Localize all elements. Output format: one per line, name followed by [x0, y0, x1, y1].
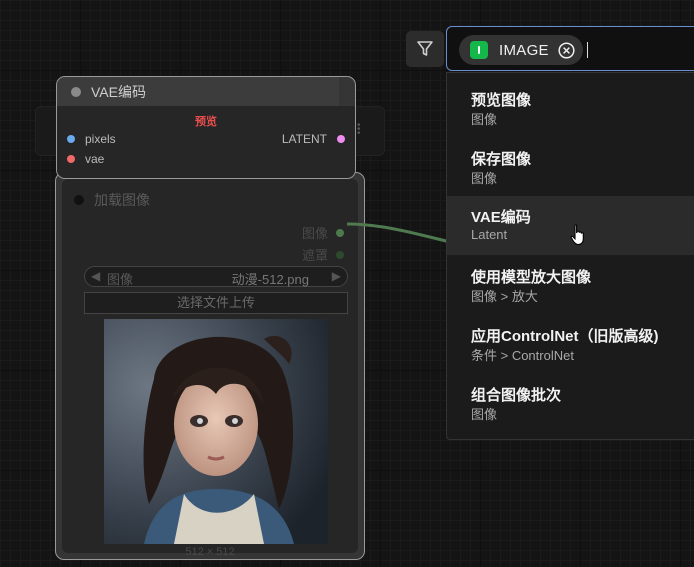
input-label-pixels: pixels [85, 132, 116, 146]
type-badge-icon [470, 41, 488, 59]
input-label-vae: vae [85, 152, 105, 166]
load-image-header[interactable]: 加载图像 [74, 191, 150, 209]
filter-button[interactable] [406, 31, 444, 67]
close-circle-icon[interactable] [558, 42, 575, 59]
hand-cursor-icon [570, 224, 584, 246]
output-slot-latent[interactable]: LATENT [282, 132, 345, 146]
input-slot-pixels[interactable]: pixels [67, 132, 116, 146]
image-size-label: 512 × 512 [185, 546, 235, 558]
result-category: 图像 [471, 171, 498, 186]
result-title: VAE编码 [471, 209, 531, 226]
input-slot-vae[interactable]: vae [67, 152, 104, 166]
search-input[interactable]: IMAGE [446, 26, 694, 71]
upload-button[interactable]: 选择文件上传 [84, 292, 348, 314]
filter-chip[interactable]: IMAGE [459, 35, 583, 65]
result-category: 图像 [471, 407, 498, 422]
result-item[interactable]: 保存图像 图像 [447, 132, 694, 191]
output-label-mask: 遮罩 [301, 248, 328, 263]
image-combo[interactable]: ◀ 图像 动漫-512.png ▶ [84, 266, 348, 287]
result-item[interactable]: 使用模型放大图像 图像 > 放大 [447, 250, 694, 309]
output-label-latent: LATENT [281, 132, 327, 146]
output-dot-mask[interactable] [336, 250, 344, 259]
result-title: 预览图像 [471, 92, 532, 109]
vae-node-title: VAE编码 [91, 83, 146, 100]
output-slot-mask[interactable]: 遮罩 [302, 245, 344, 264]
result-category: Latent [471, 227, 508, 242]
input-dot-pixels[interactable] [67, 135, 75, 143]
result-category: 图像 [471, 112, 498, 127]
output-slot-image[interactable]: 图像 [302, 223, 344, 242]
search-results: 预览图像 图像 保存图像 图像 VAE编码 Latent 使用模型放大图像 图像… [446, 72, 694, 440]
text-caret [587, 42, 588, 58]
input-dot-vae[interactable] [67, 155, 75, 163]
load-image-node[interactable]: 加载图像 图像 遮罩 ◀ 图像 动漫-512.png ▶ 选择文件上传 512 … [55, 172, 365, 560]
collapse-dot-icon[interactable] [74, 195, 84, 205]
combo-left-arrow-icon[interactable]: ◀ [91, 269, 100, 283]
vae-node-header[interactable]: VAE编码 [57, 77, 339, 106]
filter-chip-label: IMAGE [499, 41, 549, 59]
preview-badge: 预览 [195, 116, 217, 128]
result-item[interactable]: 预览图像 图像 [447, 73, 694, 132]
result-item[interactable]: 组合图像批次 图像 [447, 368, 694, 427]
result-title: 保存图像 [471, 151, 532, 168]
vae-encode-node[interactable]: VAE编码 预览 pixels vae LATENT [56, 76, 356, 179]
result-title: 组合图像批次 [471, 387, 562, 404]
load-image-title: 加载图像 [94, 192, 150, 208]
output-dot-image[interactable] [336, 228, 344, 237]
drag-handle-icon[interactable]: • • • [357, 121, 361, 139]
load-image-body: 加载图像 图像 遮罩 ◀ 图像 动漫-512.png ▶ 选择文件上传 512 … [62, 179, 358, 558]
vae-node-body: 预览 pixels vae LATENT [57, 106, 355, 178]
image-preview [104, 319, 328, 544]
combo-label: 图像 [107, 272, 134, 287]
result-title: 使用模型放大图像 [471, 269, 592, 286]
output-label-image: 图像 [301, 226, 328, 241]
combo-right-arrow-icon[interactable]: ▶ [332, 269, 341, 283]
filter-icon [417, 41, 433, 56]
result-category: 图像 > 放大 [471, 289, 538, 304]
result-category: 条件 > ControlNet [471, 348, 574, 363]
collapse-dot-icon[interactable] [71, 86, 81, 97]
output-dot-latent[interactable] [337, 135, 345, 143]
result-item[interactable]: 应用ControlNet（旧版高级) 条件 > ControlNet [447, 309, 694, 368]
combo-value: 动漫-512.png [231, 272, 309, 287]
result-title: 应用ControlNet（旧版高级) [471, 328, 659, 345]
